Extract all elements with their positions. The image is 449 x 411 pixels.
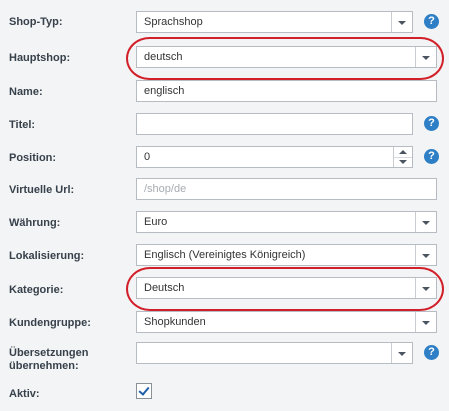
name-label: Name: — [9, 86, 43, 98]
name-value: englisch — [144, 85, 185, 97]
virtual-url-label: Virtuelle Url: — [9, 184, 75, 196]
active-checkbox[interactable] — [136, 383, 152, 399]
customer-group-select[interactable]: Shopkunden — [136, 311, 437, 333]
shop-type-label: Shop-Typ: — [9, 16, 63, 28]
help-icon[interactable]: ? — [424, 345, 439, 360]
virtual-url-placeholder: /shop/de — [144, 183, 187, 195]
translations-label: Übersetzungen übernehmen: — [9, 347, 88, 373]
shop-type-select[interactable]: Sprachshop — [136, 11, 413, 33]
chevron-down-icon[interactable] — [391, 12, 412, 32]
currency-value: Euro — [144, 216, 168, 228]
decrement-arrow-icon[interactable] — [394, 157, 412, 167]
category-label: Kategorie: — [9, 284, 64, 296]
highlight-oval-category — [126, 267, 444, 311]
position-stepper[interactable]: 0 — [136, 146, 413, 168]
chevron-down-icon[interactable] — [415, 212, 436, 232]
customer-group-label: Kundengruppe: — [9, 317, 91, 329]
title-input[interactable] — [136, 113, 413, 135]
translations-select[interactable] — [136, 342, 413, 364]
currency-label: Währung: — [9, 217, 61, 229]
position-spinner[interactable] — [393, 147, 412, 167]
locale-label: Lokalisierung: — [9, 250, 85, 262]
chevron-down-icon[interactable] — [415, 245, 436, 265]
position-value: 0 — [144, 151, 151, 163]
chevron-down-icon[interactable] — [415, 312, 436, 332]
currency-select[interactable]: Euro — [136, 211, 437, 233]
title-label: Titel: — [9, 119, 36, 131]
highlight-oval-main-shop — [126, 37, 444, 80]
virtual-url-input[interactable]: /shop/de — [136, 178, 437, 200]
locale-select[interactable]: Englisch (Vereinigtes Königreich) — [136, 244, 437, 266]
translations-label-line1: Übersetzungen — [9, 347, 89, 359]
main-shop-label: Hauptshop: — [9, 52, 71, 64]
shop-type-value: Sprachshop — [144, 16, 203, 28]
translations-label-line2: übernehmen: — [9, 360, 79, 372]
name-input[interactable]: englisch — [136, 80, 437, 102]
locale-value: Englisch (Vereinigtes Königreich) — [144, 249, 306, 261]
checkmark-icon — [138, 384, 150, 396]
help-icon[interactable]: ? — [424, 14, 439, 29]
help-icon[interactable]: ? — [424, 116, 439, 131]
customer-group-value: Shopkunden — [144, 316, 206, 328]
active-label: Aktiv: — [9, 388, 40, 400]
chevron-down-icon[interactable] — [391, 343, 412, 363]
help-icon[interactable]: ? — [424, 149, 439, 164]
position-label: Position: — [9, 152, 57, 164]
